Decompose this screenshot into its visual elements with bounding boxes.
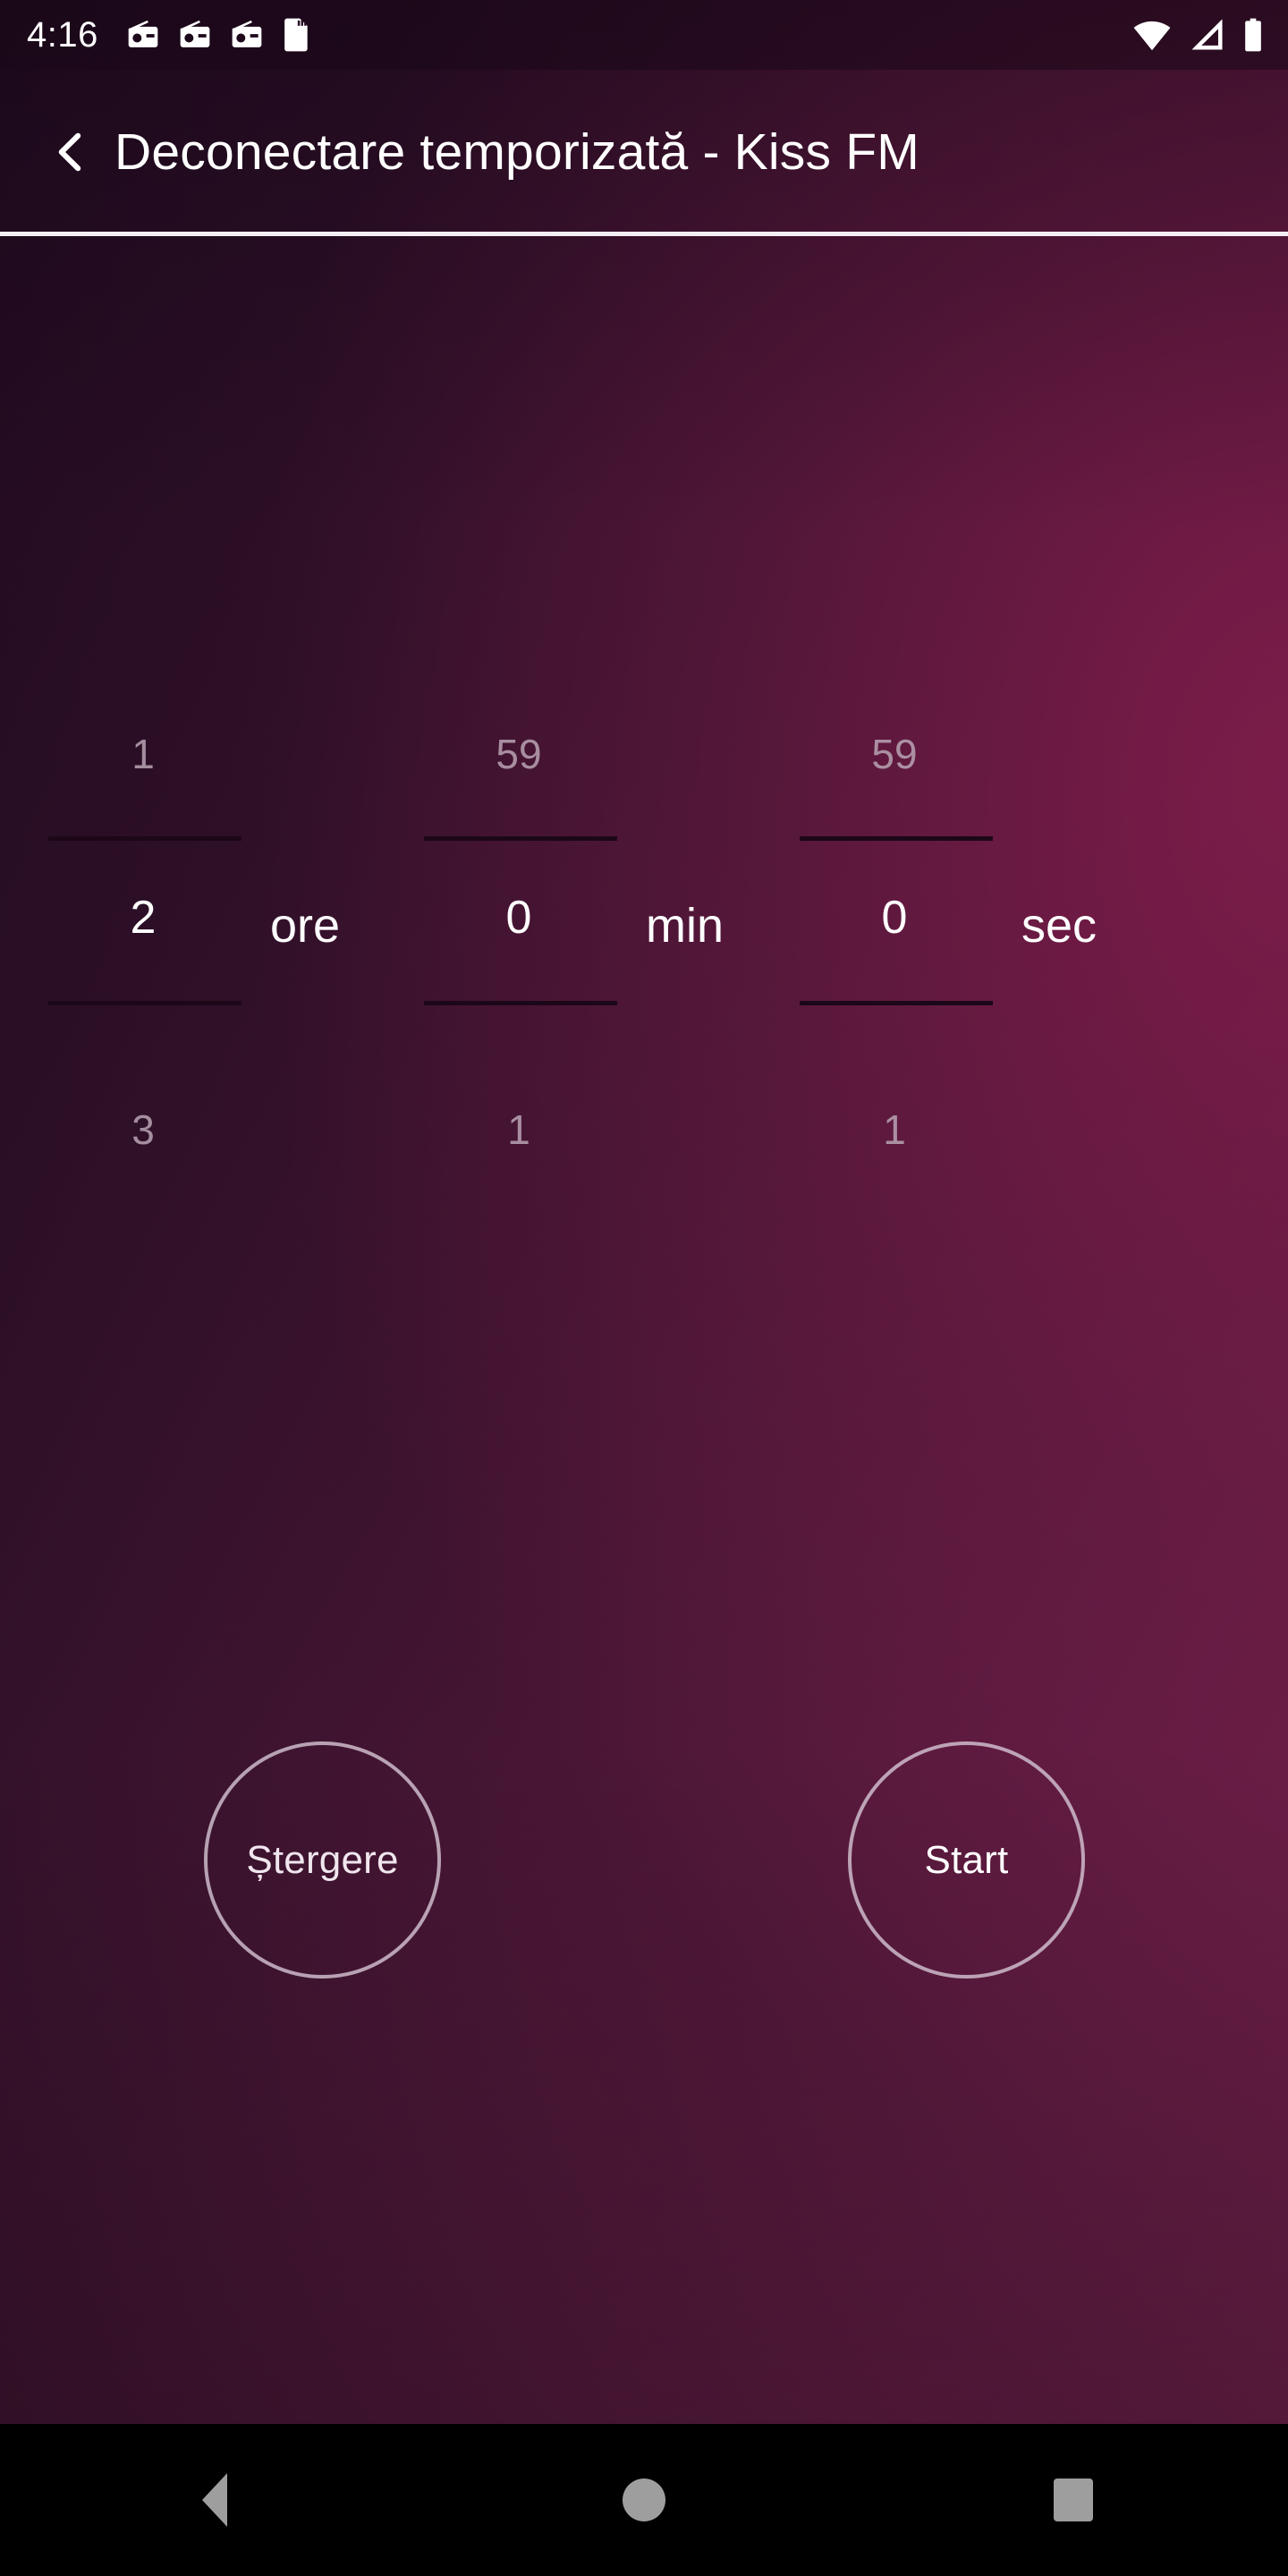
radio-icon (180, 20, 210, 47)
clear-button-label: Ștergere (246, 1837, 399, 1882)
nav-recents-button[interactable] (993, 2424, 1154, 2576)
hours-next-value[interactable]: 3 (45, 1109, 242, 1150)
app-bar: Deconectare temporizată - Kiss FM (0, 70, 1288, 234)
seconds-picker-rule-top (800, 836, 993, 841)
sd-card-icon (284, 18, 308, 52)
nav-home-button[interactable] (564, 2424, 724, 2576)
minutes-unit-label: min (646, 899, 724, 953)
status-bar: 4:16 (0, 0, 1288, 70)
status-bar-left-icons (125, 17, 311, 53)
minutes-picker[interactable]: 59 0 1 (420, 698, 617, 1150)
wifi-icon (1133, 21, 1171, 51)
seconds-unit-label: sec (1021, 899, 1097, 953)
chevron-left-icon (58, 132, 81, 172)
seconds-selected-value[interactable]: 0 (796, 894, 993, 941)
minutes-picker-rule-top (424, 836, 617, 841)
minutes-selected-value[interactable]: 0 (420, 894, 617, 941)
hours-unit-label: ore (270, 899, 341, 953)
cellular-signal-icon (1191, 19, 1223, 50)
seconds-picker-rule-bottom (800, 1001, 993, 1005)
back-button[interactable] (36, 117, 106, 187)
hours-picker-rule-bottom (48, 1001, 242, 1005)
start-button-label: Start (924, 1837, 1009, 1882)
battery-icon (1245, 18, 1261, 52)
seconds-next-value[interactable]: 1 (796, 1109, 993, 1150)
radio-icon (128, 20, 158, 47)
hours-picker-rule-top (48, 836, 242, 841)
home-circle-icon (623, 2479, 665, 2521)
hours-previous-value[interactable]: 1 (45, 733, 242, 775)
hours-picker[interactable]: 1 2 3 (45, 698, 242, 1150)
radio-icon (232, 20, 262, 47)
app-bar-divider (0, 232, 1288, 236)
phone-screen: 4:16 Deconectare temporizată - Kiss FM 1… (0, 0, 1288, 2576)
android-navigation-bar (0, 2424, 1288, 2576)
minutes-next-value[interactable]: 1 (420, 1109, 617, 1150)
minutes-previous-value[interactable]: 59 (420, 733, 617, 775)
minutes-picker-rule-bottom (424, 1001, 617, 1005)
back-triangle-icon (202, 2473, 227, 2527)
timer-picker: 1 2 3 ore 59 0 1 min 59 0 1 sec (0, 698, 1288, 1150)
page-title: Deconectare temporizată - Kiss FM (114, 123, 919, 181)
seconds-previous-value[interactable]: 59 (796, 733, 993, 775)
hours-selected-value[interactable]: 2 (45, 894, 242, 941)
action-button-row: Ștergere Start (0, 1741, 1288, 1983)
start-button[interactable]: Start (848, 1741, 1085, 1979)
recents-square-icon (1054, 2479, 1093, 2521)
seconds-picker[interactable]: 59 0 1 (796, 698, 993, 1150)
status-bar-clock: 4:16 (27, 15, 98, 55)
clear-button[interactable]: Ștergere (204, 1741, 441, 1979)
status-bar-right-icons (1132, 17, 1265, 53)
background-gradient (0, 0, 1288, 2424)
nav-back-button[interactable] (134, 2424, 295, 2576)
